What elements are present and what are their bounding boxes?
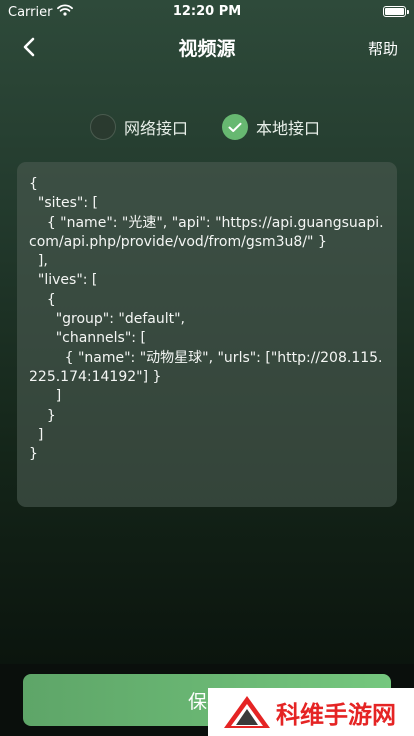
watermark-text: 科维手游网 (276, 700, 396, 729)
watermark-banner: 科维手游网 (208, 688, 414, 736)
help-button[interactable]: 帮助 (368, 24, 398, 74)
watermark-logo-icon (224, 696, 270, 728)
source-config-text[interactable]: { "sites": [ { "name": "光速", "api": "htt… (17, 162, 397, 477)
nav-bar: 视频源 帮助 (0, 24, 414, 74)
status-time: 12:20 PM (172, 4, 242, 19)
status-bar: Carrier 12:20 PM (0, 0, 414, 24)
radio-unchecked-icon (90, 114, 116, 140)
radio-label-local: 本地接口 (256, 119, 321, 138)
page-title: 视频源 (178, 38, 236, 60)
source-config-editor[interactable]: { "sites": [ { "name": "光速", "api": "htt… (17, 162, 397, 507)
radio-network-interface[interactable]: 网络接口 (90, 110, 188, 144)
battery-icon (383, 6, 409, 17)
check-icon (222, 114, 248, 140)
radio-label-network: 网络接口 (124, 119, 189, 138)
source-type-selector: 网络接口 本地接口 (0, 110, 414, 144)
radio-local-interface[interactable]: 本地接口 (222, 110, 320, 144)
